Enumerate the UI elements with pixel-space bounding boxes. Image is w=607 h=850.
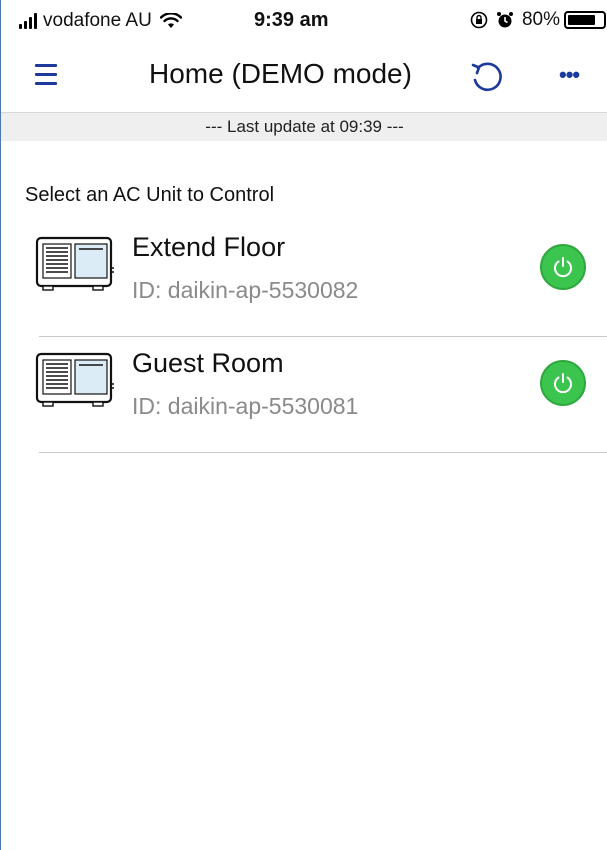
battery-icon bbox=[564, 11, 606, 29]
nav-bar: Home (DEMO mode) ••• bbox=[1, 44, 607, 110]
divider bbox=[39, 336, 607, 337]
status-left: vodafone AU bbox=[19, 10, 182, 32]
signal-icon bbox=[19, 13, 39, 29]
carrier-label: vodafone AU bbox=[43, 10, 152, 31]
orientation-lock-icon bbox=[470, 11, 488, 29]
unit-name: Guest Room bbox=[132, 348, 284, 378]
battery-percent: 80% bbox=[521, 9, 560, 30]
divider bbox=[39, 452, 607, 453]
status-bar: vodafone AU 9:39 am 80% bbox=[1, 0, 607, 44]
ac-unit-icon bbox=[35, 352, 114, 407]
status-time: 9:39 am bbox=[254, 9, 329, 31]
wifi-icon bbox=[159, 13, 182, 28]
unit-id: ID: daikin-ap-5530082 bbox=[132, 277, 359, 303]
unit-id: ID: daikin-ap-5530081 bbox=[132, 393, 359, 419]
hamburger-menu-icon[interactable] bbox=[35, 64, 71, 92]
section-label: Select an AC Unit to Control bbox=[25, 184, 275, 206]
ac-unit-icon bbox=[35, 236, 114, 291]
page-title: Home (DEMO mode) bbox=[149, 58, 412, 89]
refresh-icon[interactable] bbox=[467, 58, 507, 98]
unit-name: Extend Floor bbox=[132, 232, 286, 262]
more-dots-icon[interactable]: ••• bbox=[559, 62, 591, 94]
list-item-guest-room[interactable]: Guest Room ID: daikin-ap-5530081 bbox=[1, 338, 607, 453]
alarm-icon bbox=[496, 11, 514, 29]
status-right: 80% bbox=[470, 9, 606, 31]
list-item-extend-floor[interactable]: Extend Floor ID: daikin-ap-5530082 bbox=[1, 222, 607, 337]
power-icon bbox=[554, 373, 572, 394]
power-icon bbox=[554, 257, 572, 278]
app-screen: vodafone AU 9:39 am 80% Home (DEMO mode)… bbox=[0, 0, 607, 850]
power-button[interactable] bbox=[540, 360, 586, 406]
power-button[interactable] bbox=[540, 244, 586, 290]
last-update-banner: --- Last update at 09:39 --- bbox=[1, 112, 607, 141]
